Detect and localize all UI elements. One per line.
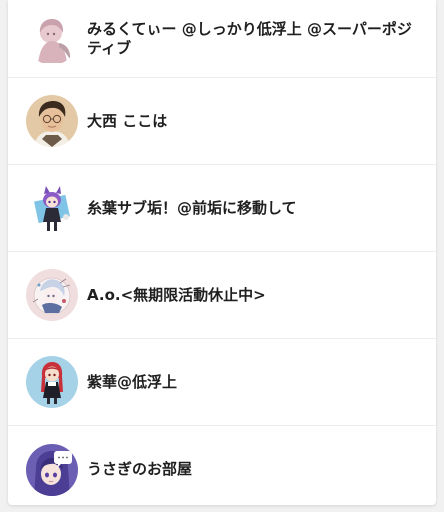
user-list-item[interactable]: みるくてぃー @しっかり低浮上 @スーパーポジティブ [8,0,436,78]
user-list-item[interactable]: A.o.<無期限活動休止中> [8,252,436,339]
user-name: 糸葉サブ垢！@前垢に移動して [87,198,297,217]
user-list-item[interactable]: うさぎのお部屋 [8,426,436,505]
user-list: みるくてぃー @しっかり低浮上 @スーパーポジティブ 大西 ここは 糸葉サブ垢！… [8,0,436,505]
anime-sketch-avatar[interactable] [26,269,78,321]
user-name: 大西 ここは [87,111,168,130]
user-name: うさぎのお部屋 [87,460,193,478]
user-list-item[interactable]: 糸葉サブ垢！@前垢に移動して [8,165,436,252]
red-haired-girl-avatar[interactable] [26,356,78,408]
user-name: A.o.<無期限活動休止中> [87,285,266,304]
user-name: 紫華@低浮上 [87,372,178,391]
purple-cat-girl-avatar[interactable] [26,182,78,234]
purple-haired-girl-avatar[interactable] [26,443,78,496]
user-list-item[interactable]: 大西 ここは [8,78,436,165]
pink-haired-girl-avatar[interactable] [26,12,78,65]
user-name: みるくてぃー @しっかり低浮上 @スーパーポジティブ [87,19,412,57]
man-with-glasses-avatar[interactable] [26,95,78,147]
user-list-item[interactable]: 紫華@低浮上 [8,339,436,426]
